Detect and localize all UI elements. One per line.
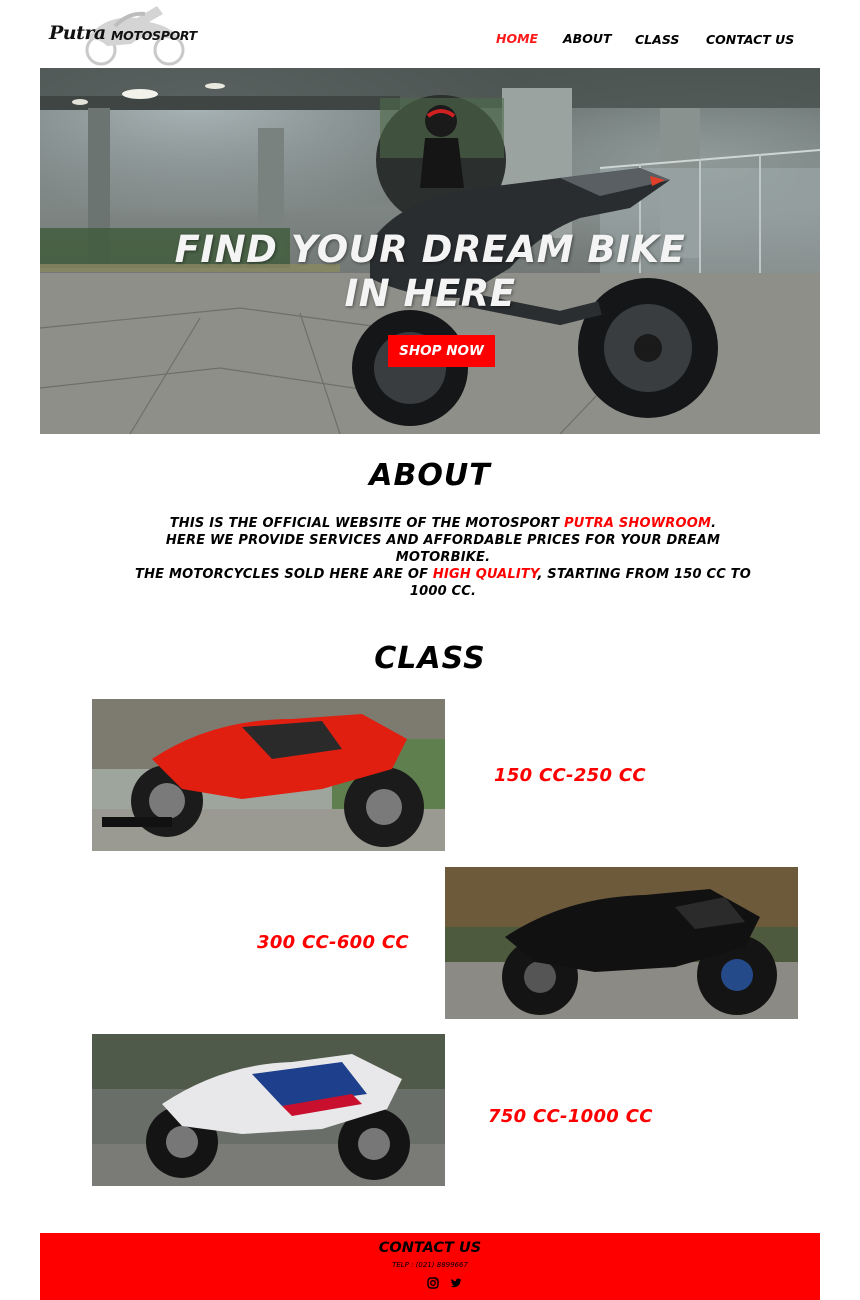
instagram-icon[interactable] — [427, 1277, 439, 1289]
nav-contact-us[interactable]: CONTACT US — [706, 32, 794, 47]
about-showroom-highlight: PUTRA SHOWROOM — [564, 516, 712, 531]
about-p1-end: . — [711, 516, 717, 531]
class-label-750-1000[interactable]: 750 CC-1000 CC — [488, 1106, 653, 1127]
twitter-icon[interactable] — [450, 1277, 462, 1289]
about-quality-highlight: HIGH QUALITY — [432, 567, 538, 582]
about-line-1: THIS IS THE OFFICIAL WEBSITE OF THE MOTO… — [130, 515, 756, 532]
hero-banner: FIND YOUR DREAM BIKE IN HERE SHOP NOW — [40, 68, 820, 434]
class-image-red-sportbike[interactable] — [92, 699, 445, 851]
about-line-2: HERE WE PROVIDE SERVICES AND AFFORDABLE … — [165, 533, 721, 565]
brand-word: MOTOSPORT — [111, 28, 197, 43]
class-image-bmw-sportbike[interactable] — [92, 1034, 445, 1186]
footer-phone: TELP : (021) 8899667 — [392, 1261, 468, 1269]
hero-title-line-2: IN HERE — [344, 272, 516, 315]
class-title: CLASS — [374, 641, 486, 676]
site-header: Putra MOTOSPORT HOME ABOUT CLASS CONTACT… — [0, 0, 860, 68]
black-sportbike-photo — [445, 867, 798, 1019]
hero-title-line-1: FIND YOUR DREAM BIKE — [174, 228, 686, 271]
footer-title: CONTACT US — [378, 1240, 482, 1256]
nav-class[interactable]: CLASS — [635, 32, 679, 47]
red-sportbike-photo — [92, 699, 445, 851]
site-logo[interactable]: Putra MOTOSPORT — [45, 0, 197, 68]
class-label-300-600[interactable]: 300 CC-600 CC — [257, 932, 409, 953]
shop-now-button[interactable]: SHOP NOW — [388, 335, 495, 367]
about-text: THIS IS THE OFFICIAL WEBSITE OF THE MOTO… — [130, 515, 756, 600]
about-line-3: THE MOTORCYCLES SOLD HERE ARE OF HIGH QU… — [130, 566, 756, 600]
site-footer: CONTACT US TELP : (021) 8899667 — [40, 1233, 820, 1300]
about-title: ABOUT — [369, 458, 491, 493]
hero-title: FIND YOUR DREAM BIKE IN HERE — [40, 228, 820, 316]
about-p3-text: THE MOTORCYCLES SOLD HERE ARE OF — [135, 567, 433, 582]
nav-about[interactable]: ABOUT — [563, 31, 612, 46]
class-label-150-250[interactable]: 150 CC-250 CC — [494, 765, 646, 786]
brand-script: Putra — [49, 22, 106, 44]
class-image-black-sportbike[interactable] — [445, 867, 798, 1019]
nav-home[interactable]: HOME — [496, 31, 538, 46]
bmw-sportbike-photo — [92, 1034, 445, 1186]
about-p1-text: THIS IS THE OFFICIAL WEBSITE OF THE MOTO… — [169, 516, 565, 531]
